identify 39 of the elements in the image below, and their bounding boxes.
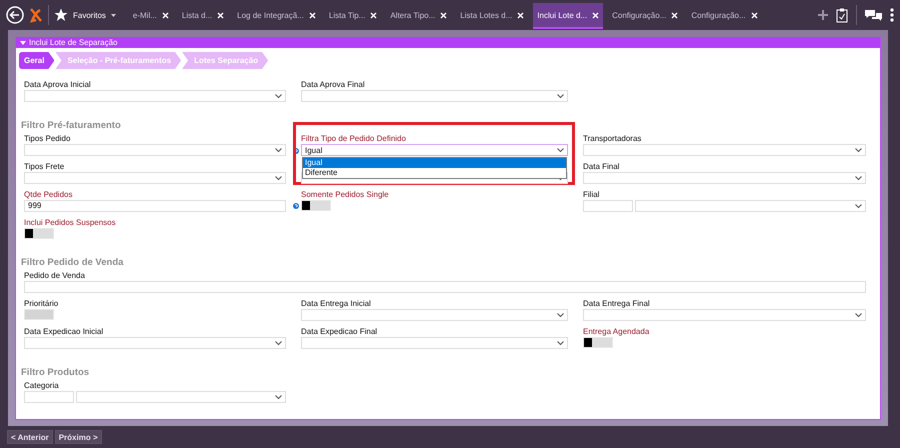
field-label: Categoria — [24, 380, 60, 391]
field-label: Data Entrega Final — [583, 298, 651, 309]
field-label: Somente Pedidos Single — [301, 189, 390, 200]
tab[interactable]: e-Mil... — [128, 3, 173, 29]
field-label: Filial — [583, 189, 600, 200]
field-label: Inclui Pedidos Suspensos — [24, 217, 117, 228]
field-label: Tipos Pedido — [24, 133, 72, 144]
nav-button[interactable]: Próximo > — [54, 430, 102, 444]
section-title: Filtro Pré-faturamento — [21, 120, 122, 132]
section-title: Filtro Pedido de Venda — [21, 257, 124, 269]
field-label: Entrega Agendada — [583, 326, 650, 337]
select-field[interactable]: Igual — [301, 144, 568, 156]
field-label: Transportadoras — [583, 133, 642, 144]
field-label: Data Aprova Inicial — [24, 79, 92, 90]
dropdown-option[interactable]: Igual — [303, 158, 566, 168]
field-label: Data Expedicao Inicial — [24, 326, 104, 337]
field-label: Tipos Frete — [24, 161, 66, 172]
tab[interactable]: Lista d... — [178, 3, 228, 29]
tab[interactable]: Log de Integraçã... — [233, 3, 320, 29]
field-label: Filtra Tipo de Pedido Definido — [301, 133, 407, 144]
step-tab[interactable]: Geral — [19, 52, 54, 69]
favorites-menu[interactable]: Favoritos — [73, 10, 106, 20]
field-label: Data Expedicao Final — [301, 326, 378, 337]
field-label: Pedido de Venda — [24, 270, 86, 281]
section-title: Filtro Produtos — [21, 367, 90, 379]
nav-button[interactable]: < Anterior — [7, 430, 53, 444]
tab[interactable]: Altera Tipo... — [386, 3, 452, 29]
field-label: Prioritário — [24, 298, 60, 309]
tab[interactable]: Configuração... — [608, 3, 682, 29]
field-label: Data Aprova Final — [301, 79, 366, 90]
input-field[interactable]: 999 — [24, 200, 286, 212]
tab[interactable]: Configuração... — [687, 3, 762, 29]
field-label: Data Entrega Inicial — [301, 298, 372, 309]
tab[interactable]: Lista Lotes d... — [456, 3, 528, 29]
tab[interactable]: Lista Tip... — [324, 3, 382, 29]
panel-title: Inclui Lote de Separação — [29, 38, 118, 47]
tab[interactable]: Inclui Lote d... — [533, 3, 604, 29]
field-label: Qtde Pedidos — [24, 189, 74, 200]
field-label: Data Final — [583, 161, 620, 172]
